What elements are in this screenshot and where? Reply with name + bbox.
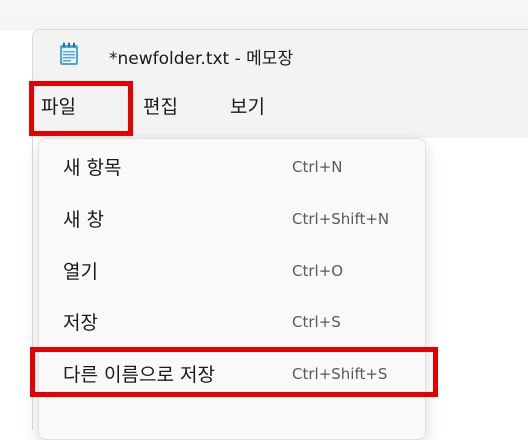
menu-bar: 파일 편집 보기 (33, 82, 528, 130)
menu-edit[interactable]: 편집 (143, 92, 178, 119)
menu-item-save-as[interactable]: 다른 이름으로 저장 Ctrl+Shift+S (39, 348, 425, 398)
menu-item-label: 열기 (63, 261, 98, 283)
menu-item-shortcut: Ctrl+Shift+S (292, 365, 388, 383)
menu-item-shortcut: Ctrl+Shift+N (292, 210, 390, 228)
menu-item-new-window[interactable]: 새 창 Ctrl+Shift+N (39, 193, 425, 243)
window-title: *newfolder.txt - 메모장 (109, 49, 294, 69)
menu-file[interactable]: 파일 (41, 92, 76, 119)
menu-item-shortcut: Ctrl+S (292, 313, 341, 331)
menu-item-shortcut: Ctrl+N (292, 158, 343, 176)
menu-item-label: 다른 이름으로 저장 (63, 364, 215, 386)
title-bar[interactable]: *newfolder.txt - 메모장 (33, 30, 528, 78)
menu-view[interactable]: 보기 (230, 92, 265, 119)
menu-item-label: 새 창 (63, 209, 104, 231)
menu-item-new[interactable]: 새 항목 Ctrl+N (39, 141, 425, 191)
menu-item-shortcut: Ctrl+O (292, 262, 344, 280)
menu-item-save[interactable]: 저장 Ctrl+S (39, 296, 425, 346)
notepad-icon (59, 42, 79, 66)
menu-item-label: 새 항목 (63, 157, 122, 179)
menu-item-open[interactable]: 열기 Ctrl+O (39, 245, 425, 295)
file-menu-dropdown: 새 항목 Ctrl+N 새 창 Ctrl+Shift+N 열기 Ctrl+O 저… (38, 138, 426, 440)
menu-item-label: 저장 (63, 312, 98, 334)
